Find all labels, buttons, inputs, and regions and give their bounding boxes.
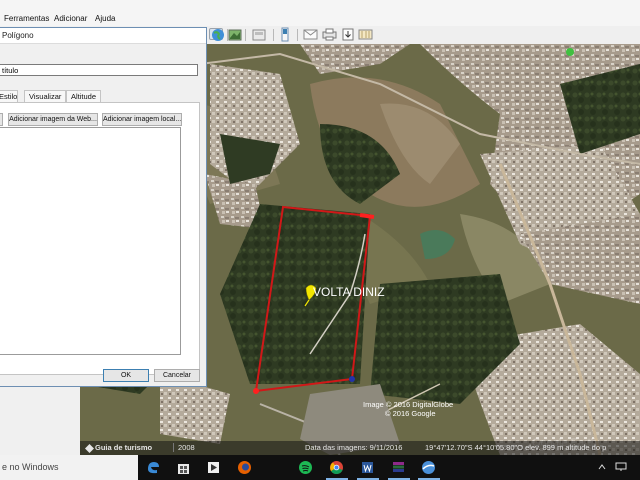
- tab-style-color[interactable]: Estilo/Cor: [0, 90, 18, 102]
- print-icon[interactable]: [322, 28, 337, 41]
- chevron-up-icon[interactable]: [598, 464, 606, 470]
- media-player-icon[interactable]: [206, 460, 221, 475]
- add-web-image-button[interactable]: Adicionar imagem da Web...: [8, 113, 98, 126]
- menu-bar: Ferramentas Adicionar Ajuda: [0, 0, 640, 26]
- spotify-icon[interactable]: [298, 460, 313, 475]
- taskbar-search[interactable]: e no Windows: [0, 455, 138, 480]
- ok-button[interactable]: OK: [103, 369, 149, 382]
- attribution-line1: Image © 2016 DigitalGlobe: [363, 400, 453, 409]
- print-icon[interactable]: [251, 28, 267, 42]
- add-local-image-button[interactable]: Adicionar imagem local...: [102, 113, 182, 126]
- firefox-icon[interactable]: [237, 460, 252, 475]
- tour-guide-button[interactable]: Guia de turismo: [95, 443, 152, 452]
- name-field[interactable]: [0, 64, 198, 76]
- status-bar: Guia de turismo 2008 Data das imagens: 9…: [80, 441, 640, 455]
- network-icon[interactable]: [615, 462, 627, 472]
- save-image-icon[interactable]: [341, 28, 355, 41]
- map-icon[interactable]: [358, 28, 373, 41]
- formatting-button[interactable]: [0, 113, 3, 126]
- year-label[interactable]: 2008: [173, 443, 195, 452]
- coordinates: 19°47'12.70"S 44°10'05.80"O elev. 899 m …: [425, 443, 607, 452]
- menu-adicionar[interactable]: Adicionar: [54, 14, 87, 23]
- email-icon[interactable]: [303, 28, 318, 41]
- description-textarea[interactable]: [0, 127, 181, 355]
- cancel-button[interactable]: Cancelar: [154, 369, 200, 382]
- taskbar: e no Windows: [0, 455, 640, 480]
- dialog-title: Polígono: [2, 31, 34, 40]
- edge-icon[interactable]: [146, 460, 161, 475]
- toolbar: [207, 26, 640, 45]
- menu-ajuda[interactable]: Ajuda: [95, 14, 115, 23]
- winrar-icon[interactable]: [391, 460, 406, 475]
- tour-guide-icon[interactable]: [85, 444, 94, 453]
- dialog-titlebar[interactable]: Polígono: [0, 28, 206, 44]
- polygon-dialog: Polígono Estilo/Cor Visualizar Altitude …: [0, 27, 207, 387]
- store-icon[interactable]: [176, 460, 191, 475]
- menu-ferramentas[interactable]: Ferramentas: [4, 14, 49, 23]
- tab-view[interactable]: Visualizar: [24, 90, 67, 102]
- ruler-icon[interactable]: [279, 27, 291, 42]
- placemark-label[interactable]: VOLTA DINIZ: [313, 285, 385, 299]
- compass-icon[interactable]: [566, 48, 574, 56]
- word-icon[interactable]: [360, 460, 375, 475]
- imagery-date: Data das imagens: 9/11/2016: [305, 443, 403, 452]
- chrome-icon[interactable]: [329, 460, 344, 475]
- sky-icon[interactable]: [228, 28, 242, 42]
- earth-icon[interactable]: [211, 28, 225, 42]
- google-earth-icon[interactable]: [421, 460, 436, 475]
- attribution-line2: © 2016 Google: [385, 409, 436, 418]
- tab-altitude[interactable]: Altitude: [66, 90, 102, 102]
